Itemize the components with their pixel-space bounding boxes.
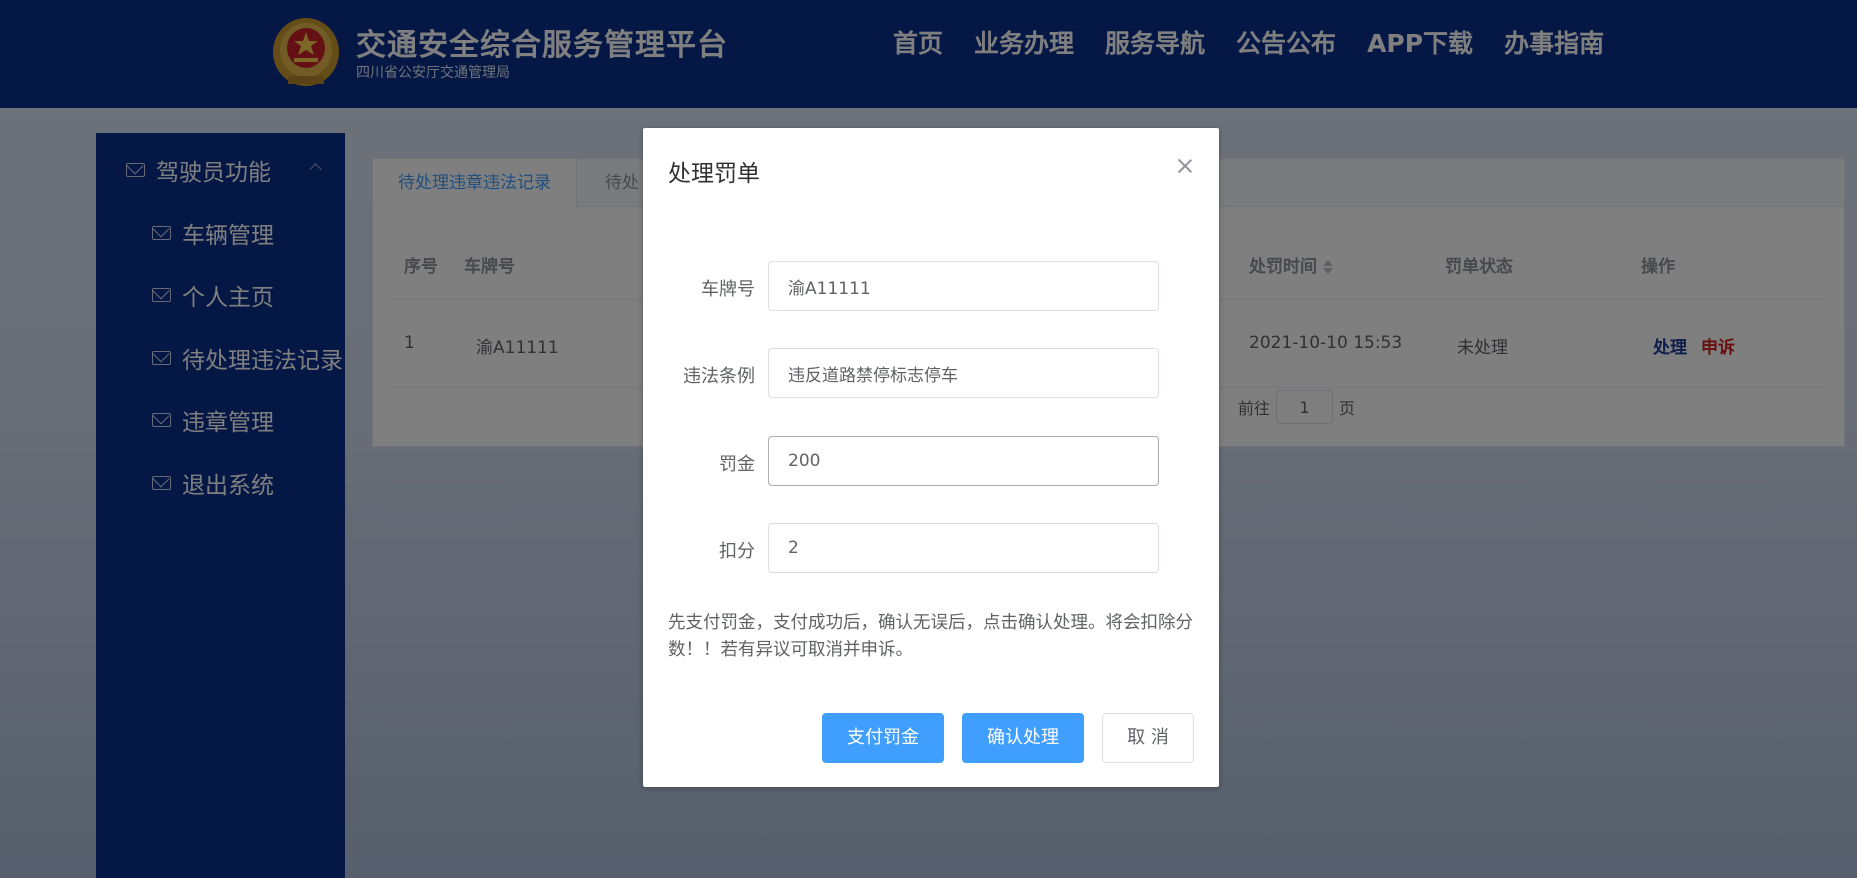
fine-label: 罚金: [719, 454, 755, 475]
dialog-title: 处理罚单: [668, 161, 760, 187]
process-ticket-dialog: 处理罚单 车牌号 违法条例 罚金 扣分 先支付罚金，支付成功后，确认无误后，点击…: [643, 128, 1219, 787]
rule-field[interactable]: [768, 348, 1159, 398]
close-icon[interactable]: [1177, 158, 1193, 174]
plate-field[interactable]: [768, 261, 1159, 311]
confirm-process-button[interactable]: 确认处理: [962, 713, 1084, 763]
rule-label: 违法条例: [683, 366, 755, 387]
cancel-button[interactable]: 取 消: [1102, 713, 1194, 763]
pay-fine-button[interactable]: 支付罚金: [822, 713, 944, 763]
points-label: 扣分: [719, 541, 755, 562]
dialog-note: 先支付罚金，支付成功后，确认无误后，点击确认处理。将会扣除分数！！若有异议可取消…: [668, 613, 1193, 660]
points-field[interactable]: [768, 523, 1159, 573]
fine-field[interactable]: [768, 436, 1159, 486]
plate-label: 车牌号: [701, 279, 755, 300]
